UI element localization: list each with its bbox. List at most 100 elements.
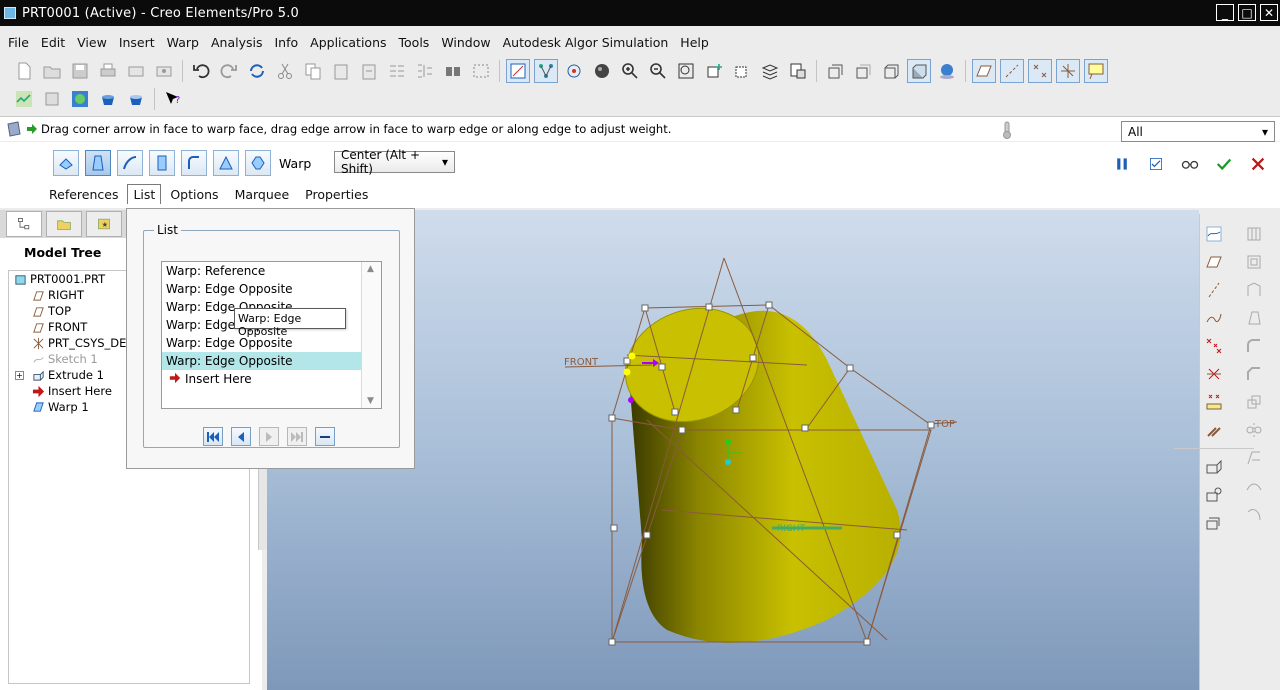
analysis-icon[interactable] bbox=[12, 87, 36, 111]
menu-insert[interactable]: Insert bbox=[113, 35, 161, 50]
menu-edit[interactable]: Edit bbox=[35, 35, 71, 50]
paste-icon[interactable] bbox=[329, 59, 353, 83]
view-manager-icon[interactable] bbox=[786, 59, 810, 83]
menu-view[interactable]: View bbox=[71, 35, 113, 50]
datum-point-tool-icon[interactable] bbox=[1202, 334, 1226, 358]
shell-tool-icon[interactable] bbox=[1242, 250, 1266, 274]
spin-center-icon[interactable] bbox=[562, 59, 586, 83]
pattern-table-icon[interactable] bbox=[385, 59, 409, 83]
first-operation-button[interactable] bbox=[203, 427, 223, 446]
sweep-tool-icon[interactable] bbox=[1202, 511, 1226, 535]
cancel-x-icon[interactable] bbox=[1248, 154, 1268, 174]
verify-checkbox-icon[interactable] bbox=[1146, 154, 1166, 174]
point-display-icon[interactable] bbox=[1028, 59, 1052, 83]
save-icon[interactable] bbox=[68, 59, 92, 83]
close-window-button[interactable]: ✕ bbox=[1260, 4, 1278, 21]
menu-help[interactable]: Help bbox=[674, 35, 715, 50]
warp-transform-icon[interactable] bbox=[53, 150, 79, 176]
menu-file[interactable]: File bbox=[2, 35, 35, 50]
list-item[interactable]: Warp: Reference bbox=[162, 262, 361, 280]
menu-analysis[interactable]: Analysis bbox=[205, 35, 269, 50]
twist-icon[interactable] bbox=[213, 150, 239, 176]
hidden-line-icon[interactable] bbox=[851, 59, 875, 83]
apply-check-icon[interactable] bbox=[1214, 154, 1234, 174]
open-file-icon[interactable] bbox=[40, 59, 64, 83]
next-operation-button[interactable] bbox=[259, 427, 279, 446]
model-tree-tab-icon[interactable] bbox=[6, 211, 42, 237]
hole-tool-icon[interactable] bbox=[1242, 222, 1266, 246]
pot-icon[interactable] bbox=[96, 87, 120, 111]
bend-icon[interactable] bbox=[181, 150, 207, 176]
datum-axis-tool-icon[interactable] bbox=[1202, 278, 1226, 302]
pot-alt-icon[interactable] bbox=[124, 87, 148, 111]
expand-icon[interactable]: + bbox=[15, 370, 24, 380]
tab-options[interactable]: Options bbox=[163, 185, 225, 204]
field-point-tool-icon[interactable] bbox=[1202, 390, 1226, 414]
scroll-down-icon[interactable]: ▼ bbox=[367, 396, 374, 406]
extend-tool-icon[interactable] bbox=[1242, 502, 1266, 526]
redo-icon[interactable] bbox=[217, 59, 241, 83]
draft-tool-icon[interactable] bbox=[1242, 306, 1266, 330]
send-link-icon[interactable] bbox=[152, 59, 176, 83]
regenerate-icon[interactable] bbox=[245, 59, 269, 83]
merge-tool-icon[interactable] bbox=[1242, 446, 1266, 470]
stretch-icon[interactable] bbox=[149, 150, 175, 176]
list-item[interactable]: Warp: Edge Opposite bbox=[162, 352, 361, 370]
offset-point-tool-icon[interactable] bbox=[1202, 362, 1226, 386]
sketch-tool-icon[interactable] bbox=[1202, 222, 1226, 246]
selection-filter-select[interactable]: All ▾ bbox=[1121, 121, 1275, 142]
reorient-icon[interactable] bbox=[702, 59, 726, 83]
revolve-tool-icon[interactable] bbox=[1202, 483, 1226, 507]
context-help-icon[interactable]: ? bbox=[161, 87, 185, 111]
curve-tool-icon[interactable] bbox=[1202, 306, 1226, 330]
axis-display-icon[interactable] bbox=[1000, 59, 1024, 83]
shading-icon[interactable] bbox=[590, 59, 614, 83]
send-mail-icon[interactable] bbox=[124, 59, 148, 83]
enhanced-realism-icon[interactable] bbox=[935, 59, 959, 83]
chamfer-tool-icon[interactable] bbox=[1242, 362, 1266, 386]
csys-tool-icon[interactable] bbox=[1202, 418, 1226, 442]
paste-special-icon[interactable] bbox=[357, 59, 381, 83]
saved-views-icon[interactable] bbox=[730, 59, 754, 83]
menu-tools[interactable]: Tools bbox=[393, 35, 436, 50]
menu-autodesk-algor[interactable]: Autodesk Algor Simulation bbox=[497, 35, 675, 50]
extrude-tool-icon[interactable] bbox=[1202, 455, 1226, 479]
datum-display-icon[interactable] bbox=[506, 59, 530, 83]
tab-properties[interactable]: Properties bbox=[298, 185, 375, 204]
tab-marquee[interactable]: Marquee bbox=[228, 185, 297, 204]
menu-applications[interactable]: Applications bbox=[304, 35, 392, 50]
previous-operation-button[interactable] bbox=[231, 427, 251, 446]
last-operation-button[interactable] bbox=[287, 427, 307, 446]
preview-glasses-icon[interactable] bbox=[1180, 154, 1200, 174]
menu-info[interactable]: Info bbox=[268, 35, 304, 50]
list-scrollbar[interactable]: ▲ ▼ bbox=[361, 262, 381, 408]
maximize-button[interactable]: □ bbox=[1238, 4, 1256, 21]
annotation-display-icon[interactable] bbox=[1084, 59, 1108, 83]
rib-tool-icon[interactable] bbox=[1242, 278, 1266, 302]
menu-window[interactable]: Window bbox=[435, 35, 496, 50]
tab-list[interactable]: List bbox=[127, 184, 162, 204]
edit-tool-icon[interactable] bbox=[1242, 390, 1266, 414]
zoom-out-icon[interactable] bbox=[646, 59, 670, 83]
menu-warp[interactable]: Warp bbox=[161, 35, 205, 50]
round-tool-icon[interactable] bbox=[1242, 334, 1266, 358]
zoom-in-icon[interactable] bbox=[618, 59, 642, 83]
shaded-display-icon[interactable] bbox=[907, 59, 931, 83]
scroll-up-icon[interactable]: ▲ bbox=[367, 264, 374, 274]
model-check-icon[interactable] bbox=[40, 87, 64, 111]
warp-icon[interactable] bbox=[85, 150, 111, 176]
list-item[interactable]: Insert Here bbox=[162, 370, 361, 388]
sculpt-icon[interactable] bbox=[245, 150, 271, 176]
csys-display-icon[interactable] bbox=[1056, 59, 1080, 83]
find-icon[interactable] bbox=[441, 59, 465, 83]
select-box-icon[interactable] bbox=[469, 59, 493, 83]
undo-icon[interactable] bbox=[189, 59, 213, 83]
refit-icon[interactable] bbox=[674, 59, 698, 83]
no-hidden-icon[interactable] bbox=[879, 59, 903, 83]
layers-icon[interactable] bbox=[758, 59, 782, 83]
delete-operation-button[interactable] bbox=[315, 427, 335, 446]
print-icon[interactable] bbox=[96, 59, 120, 83]
favorites-tab-icon[interactable]: ★ bbox=[86, 211, 122, 237]
map-icon[interactable] bbox=[68, 87, 92, 111]
cut-icon[interactable] bbox=[273, 59, 297, 83]
